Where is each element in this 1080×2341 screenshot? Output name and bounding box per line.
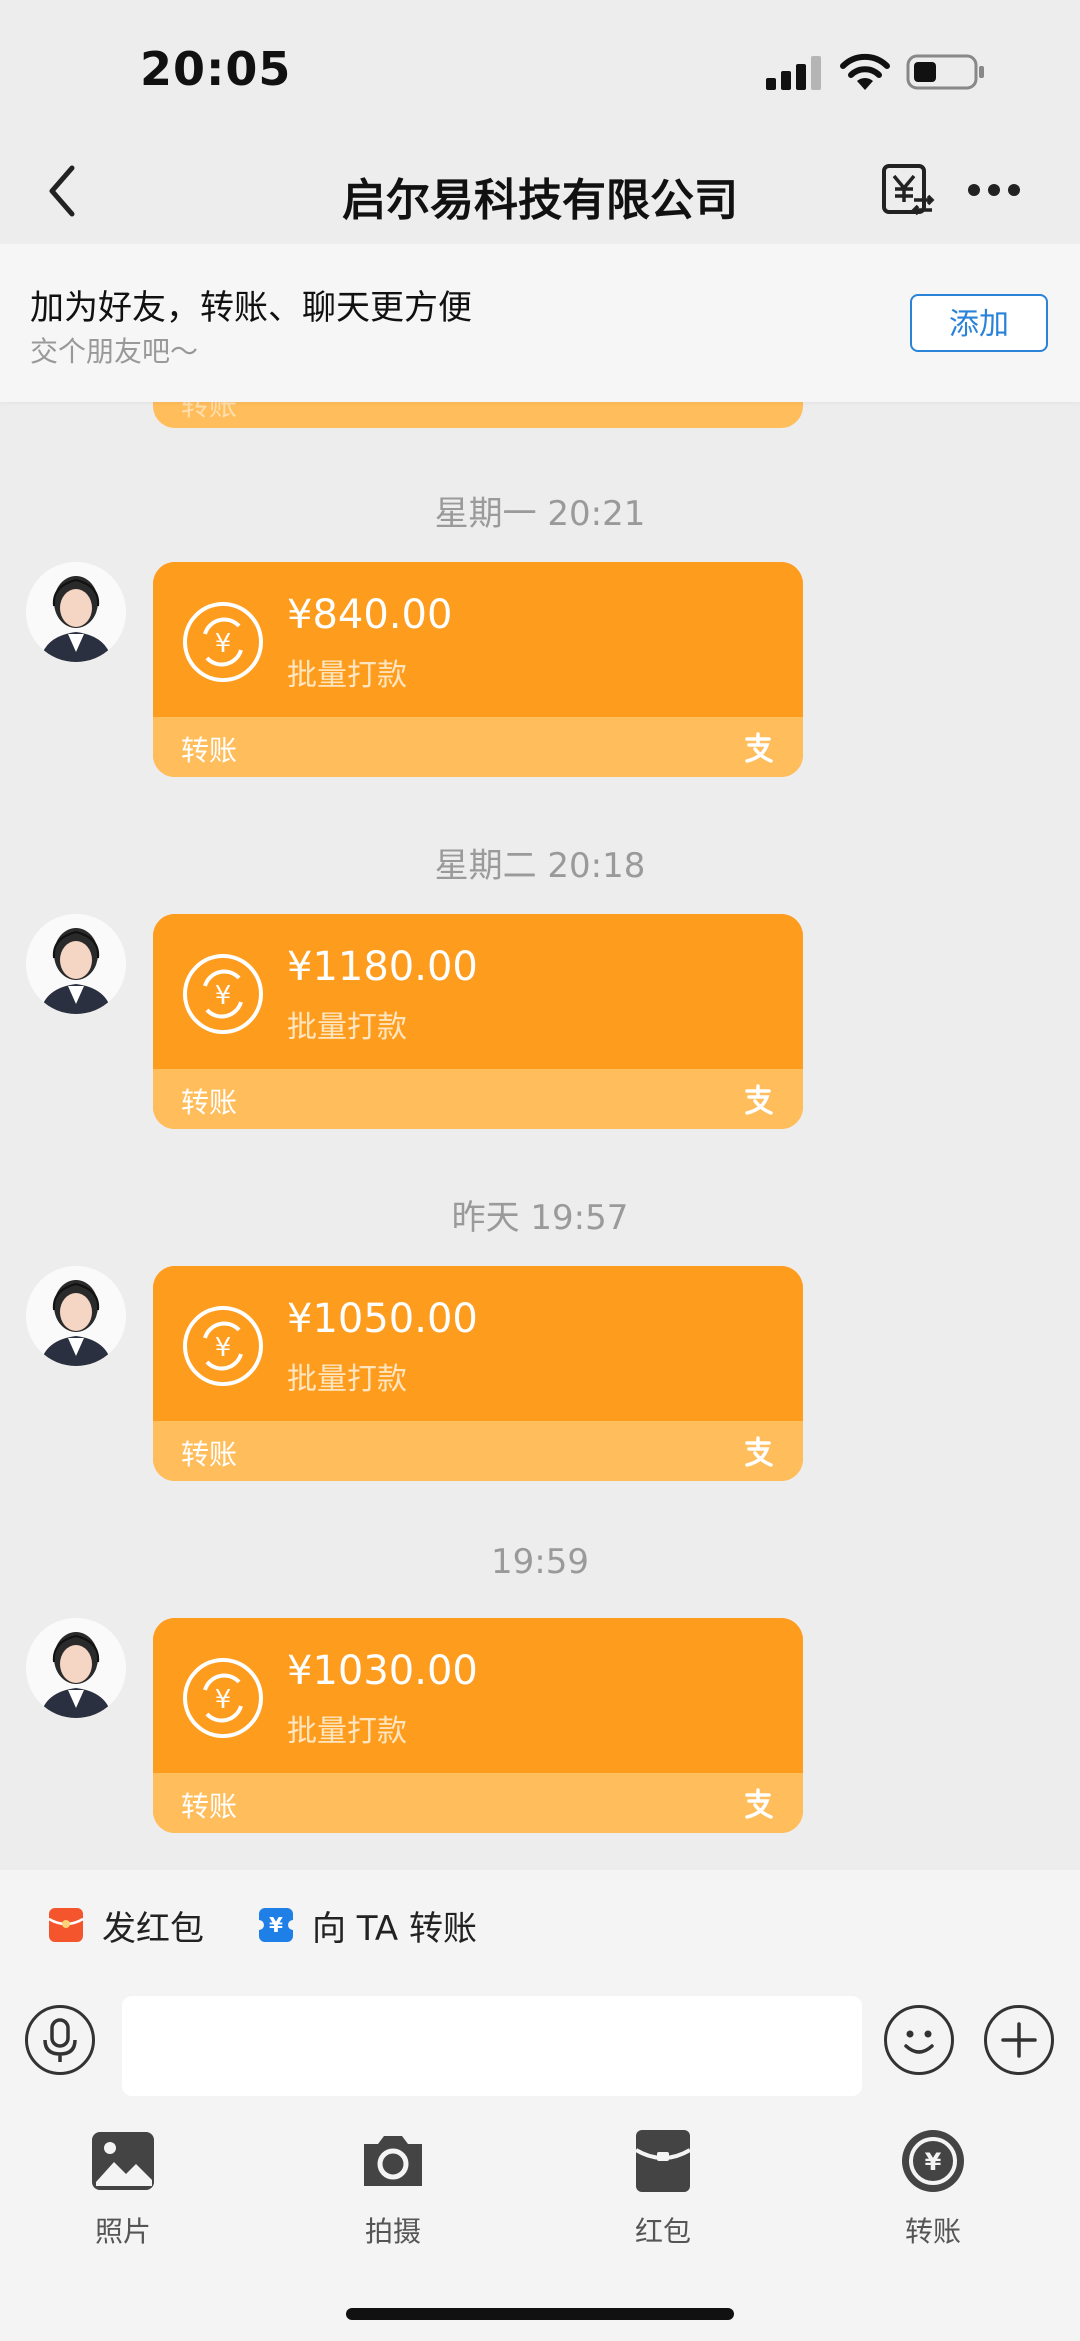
svg-text:¥: ¥ bbox=[925, 2148, 942, 2176]
transfer-card-body: ¥ ¥1050.00 批量打款 bbox=[153, 1266, 803, 1421]
transfer-coin-icon: ¥ bbox=[183, 602, 263, 682]
emoji-button[interactable] bbox=[884, 2005, 954, 2075]
transfer-memo: 批量打款 bbox=[287, 1010, 407, 1045]
svg-text:¥: ¥ bbox=[215, 629, 232, 659]
home-indicator[interactable] bbox=[346, 2308, 734, 2320]
message-timestamp: 昨天 19:57 bbox=[451, 1198, 629, 1238]
avatar[interactable] bbox=[26, 914, 126, 1014]
alipay-icon bbox=[745, 1436, 773, 1467]
card-label: 转账 bbox=[181, 1086, 238, 1119]
card-label: 转账 bbox=[181, 1438, 238, 1471]
message-input[interactable] bbox=[122, 1996, 862, 2096]
banner-title: 加为好友，转账、聊天更方便 bbox=[30, 288, 472, 328]
red-packet-icon bbox=[634, 2130, 692, 2192]
message-timestamp: 星期一 20:21 bbox=[434, 494, 646, 534]
tool-label: 转账 bbox=[904, 2215, 961, 2248]
transfer-card-body: ¥ ¥1030.00 批量打款 bbox=[153, 1618, 803, 1773]
transfer-card-footer: 转账 bbox=[153, 1069, 803, 1129]
transfer-amount: ¥840.00 bbox=[287, 592, 453, 638]
status-time: 20:05 bbox=[140, 42, 292, 96]
transfer-amount: ¥1050.00 bbox=[287, 1296, 478, 1342]
avatar-image bbox=[26, 562, 126, 662]
transfer-card[interactable]: ¥ ¥1050.00 批量打款 转账 bbox=[153, 1266, 803, 1481]
card-label: 转账 bbox=[181, 1790, 238, 1823]
tool-label: 拍摄 bbox=[364, 2215, 421, 2248]
send-red-packet-action[interactable]: 发红包 bbox=[48, 1900, 204, 1950]
quick-action-label: 向 TA 转账 bbox=[312, 1908, 478, 1949]
transfer-card-footer: 转账 bbox=[153, 717, 803, 777]
add-friend-banner: 加为好友，转账、聊天更方便 交个朋友吧～ 添加 bbox=[0, 244, 1080, 402]
avatar[interactable] bbox=[26, 562, 126, 662]
card-label: 转账 bbox=[181, 734, 238, 767]
transfer-coin-icon: ¥ bbox=[183, 954, 263, 1034]
banner-subtitle: 交个朋友吧～ bbox=[30, 335, 199, 368]
avatar[interactable] bbox=[26, 1266, 126, 1366]
card-label: 转账 bbox=[181, 402, 238, 422]
transfer-amount: ¥1180.00 bbox=[287, 944, 478, 990]
tools-panel: 照片 拍摄 红包 ¥ 转账 bbox=[0, 2100, 1080, 2341]
wifi-icon bbox=[840, 53, 890, 90]
transfer-card-footer: 转账 bbox=[153, 1421, 803, 1481]
transfer-card[interactable]: ¥ ¥840.00 批量打款 转账 bbox=[153, 562, 803, 777]
alipay-icon bbox=[745, 732, 773, 763]
transfer-card-footer: 转账 bbox=[153, 1773, 803, 1833]
more-actions-button[interactable] bbox=[984, 2005, 1054, 2075]
photo-icon bbox=[92, 2132, 154, 2190]
more-icon[interactable] bbox=[966, 180, 1022, 200]
quick-action-label: 发红包 bbox=[102, 1908, 204, 1949]
svg-text:¥: ¥ bbox=[269, 1913, 283, 1937]
nav-bar: 启尔易科技有限公司 bbox=[0, 140, 1080, 244]
avatar-image bbox=[26, 1618, 126, 1718]
plus-icon bbox=[1001, 2022, 1037, 2058]
transfer-card-body: ¥ ¥840.00 批量打款 bbox=[153, 562, 803, 717]
signal-icon bbox=[766, 56, 821, 90]
voice-button[interactable] bbox=[25, 2005, 95, 2075]
partial-transfer-card[interactable]: 转账 bbox=[153, 402, 803, 428]
transfer-amount: ¥1030.00 bbox=[287, 1648, 478, 1694]
transfer-card[interactable]: ¥ ¥1180.00 批量打款 转账 bbox=[153, 914, 803, 1129]
message-timestamp: 19:59 bbox=[491, 1542, 589, 1582]
tool-photo[interactable]: 照片 bbox=[53, 2128, 193, 2250]
camera-icon bbox=[364, 2136, 422, 2186]
status-bar: 20:05 bbox=[0, 0, 1080, 140]
tool-camera[interactable]: 拍摄 bbox=[323, 2128, 463, 2250]
svg-text:¥: ¥ bbox=[215, 1685, 232, 1715]
emoji-icon bbox=[904, 2030, 934, 2054]
avatar-image bbox=[26, 914, 126, 1014]
transfer-card[interactable]: ¥ ¥1030.00 批量打款 转账 bbox=[153, 1618, 803, 1833]
transfer-card-body: ¥ ¥1180.00 批量打款 bbox=[153, 914, 803, 1069]
message-timestamp: 星期二 20:18 bbox=[434, 846, 646, 886]
add-friend-button[interactable]: 添加 bbox=[910, 294, 1048, 352]
tool-label: 照片 bbox=[94, 2215, 151, 2248]
chat-area[interactable]: 转账 星期一 20:21 ¥ ¥840.00 批量打款 转账 星期二 20:18… bbox=[0, 402, 1080, 1870]
transfer-memo: 批量打款 bbox=[287, 1714, 407, 1749]
transfer-icon: ¥ bbox=[258, 1908, 294, 1942]
alipay-icon bbox=[745, 1788, 773, 1819]
transfer-coin-icon: ¥ bbox=[183, 1658, 263, 1738]
avatar-image bbox=[26, 1266, 126, 1366]
transfer-icon: ¥ bbox=[902, 2130, 964, 2192]
transfer-memo: 批量打款 bbox=[287, 658, 407, 693]
quick-actions-bar: 发红包 ¥ 向 TA 转账 bbox=[0, 1870, 1080, 1980]
transfer-memo: 批量打款 bbox=[287, 1362, 407, 1397]
transfer-to-ta-action[interactable]: ¥ 向 TA 转账 bbox=[258, 1900, 477, 1950]
input-row bbox=[0, 1980, 1080, 2100]
transfer-record-icon[interactable] bbox=[880, 162, 936, 218]
tool-transfer[interactable]: ¥ 转账 bbox=[863, 2128, 1003, 2250]
svg-text:¥: ¥ bbox=[215, 1333, 232, 1363]
avatar[interactable] bbox=[26, 1618, 126, 1718]
svg-text:¥: ¥ bbox=[215, 981, 232, 1011]
red-packet-icon bbox=[48, 1908, 84, 1942]
battery-icon bbox=[906, 54, 984, 90]
tool-label: 红包 bbox=[634, 2215, 691, 2248]
transfer-coin-icon: ¥ bbox=[183, 1306, 263, 1386]
tool-red-packet[interactable]: 红包 bbox=[593, 2128, 733, 2250]
microphone-icon bbox=[43, 2018, 77, 2062]
alipay-icon bbox=[745, 1084, 773, 1115]
